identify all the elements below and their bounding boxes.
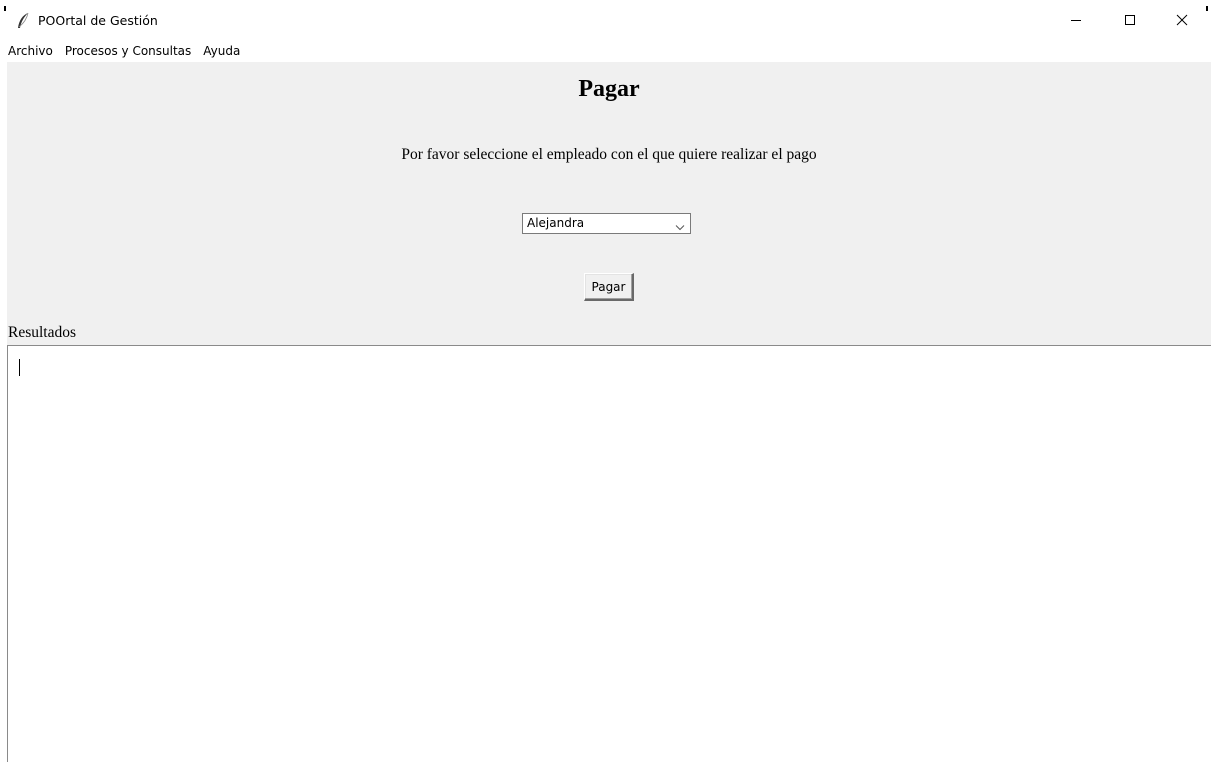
employee-select-value: Alejandra [527,216,585,230]
page-title: Pagar [578,76,640,102]
pay-button[interactable]: Pagar [584,273,634,301]
close-button[interactable] [1159,0,1205,40]
results-label: Resultados [8,324,77,341]
menu-ayuda[interactable]: Ayuda [196,40,245,62]
title-bar: POOrtal de Gestión [0,0,1211,40]
text-caret [19,359,20,376]
menu-archivo[interactable]: Archivo [0,40,58,62]
maximize-icon [1125,15,1135,25]
results-textarea[interactable] [7,345,1211,762]
chevron-down-icon[interactable] [674,219,686,231]
resize-corner-mark [1206,6,1208,11]
employee-select[interactable]: Alejandra [522,213,691,234]
resize-corner-mark [4,6,6,11]
close-icon [1176,14,1188,26]
window-title: POOrtal de Gestión [38,13,158,28]
menu-procesos-y-consultas[interactable]: Procesos y Consultas [58,40,196,62]
minimize-icon [1071,20,1081,21]
feather-icon [16,12,30,30]
maximize-button[interactable] [1107,0,1153,40]
instruction-text: Por favor seleccione el empleado con el … [401,146,817,163]
app-window: POOrtal de Gestión Archivo Procesos y Co… [0,0,1211,762]
minimize-button[interactable] [1053,0,1099,40]
menu-bar: Archivo Procesos y Consultas Ayuda [0,40,1211,62]
payment-panel: Pagar Por favor seleccione el empleado c… [7,62,1211,345]
